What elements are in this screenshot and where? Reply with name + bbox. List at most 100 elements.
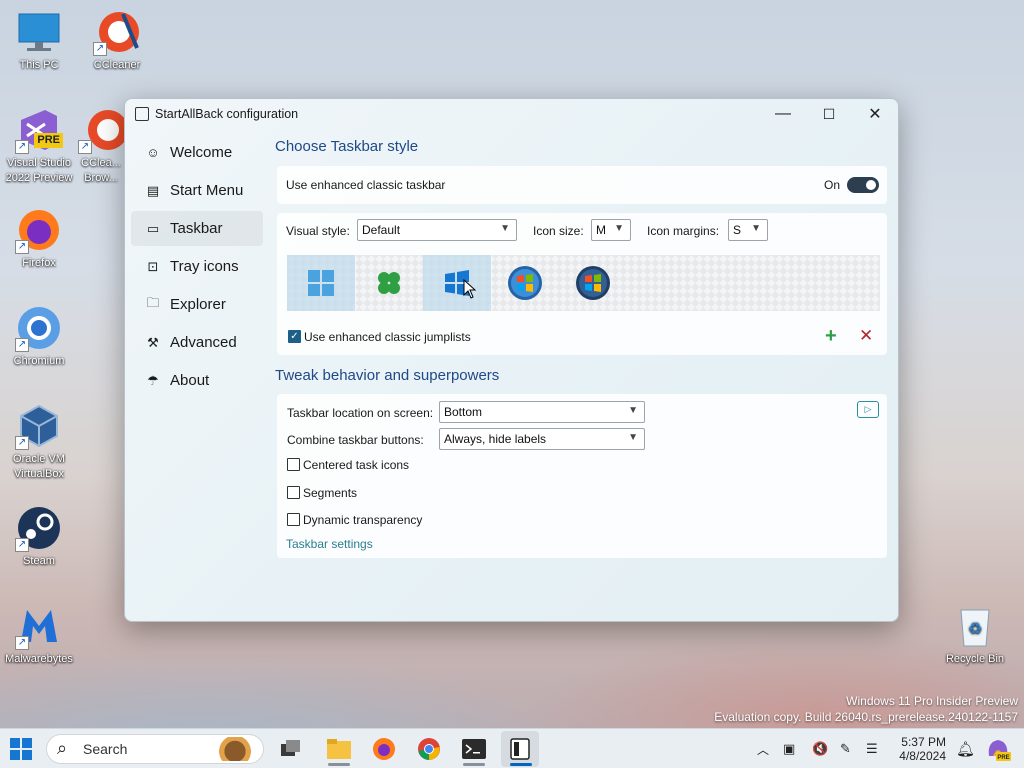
- desktop-icon-label: Oracle VM VirtualBox: [13, 453, 65, 480]
- start-button[interactable]: [7, 735, 35, 763]
- startallback-taskbar-button[interactable]: [501, 731, 539, 767]
- clock-time: 5:37 PM: [901, 735, 946, 749]
- shortcut-arrow-icon: ↗: [15, 240, 29, 254]
- sidebar-item-taskbar[interactable]: ▭ Taskbar: [131, 211, 263, 246]
- sidebar-item-tray-icons[interactable]: ⊡ Tray icons: [131, 249, 263, 284]
- desktop-icon-virtualbox[interactable]: ↗ Oracle VM VirtualBox: [0, 402, 78, 482]
- icon-margins-select[interactable]: S ▼: [728, 219, 768, 241]
- sidebar-item-label: Advanced: [170, 334, 237, 351]
- win7-orb-icon: [508, 266, 542, 300]
- chrome-taskbar-button[interactable]: [415, 735, 443, 763]
- style-option-win7[interactable]: [491, 255, 559, 311]
- style-option-clover[interactable]: [355, 255, 423, 311]
- sidebar-item-label: Explorer: [170, 296, 226, 313]
- desktop-icon-visual-studio[interactable]: PRE ↗ Visual Studio 2022 Preview: [0, 106, 78, 186]
- start-menu-icon: ▤: [146, 182, 160, 198]
- notification-bell-icon[interactable]: 🔔︎: [956, 729, 975, 768]
- segments-label: Segments: [303, 486, 358, 500]
- taskbar-style-card: Visual style: Default ▼ Icon size: M ▼ Ico…: [277, 213, 887, 355]
- search-highlight-icon: [213, 737, 257, 761]
- icon-size-label: Icon size:: [533, 224, 584, 238]
- sidebar-item-explorer[interactable]: 🗀 Explorer: [131, 287, 263, 322]
- vista-orb-icon: [576, 266, 610, 300]
- desktop-icon-this-pc[interactable]: This PC: [0, 8, 78, 73]
- shortcut-arrow-icon: ↗: [15, 436, 29, 450]
- show-hidden-icons-chevron[interactable]: ︿: [757, 729, 769, 768]
- chromium-icon: ↗: [15, 304, 63, 352]
- close-button[interactable]: ✕: [852, 99, 898, 129]
- jumplists-checkbox[interactable]: ✓: [288, 330, 301, 343]
- volume-muted-icon[interactable]: 🔇: [812, 729, 828, 768]
- desktop-icon-malwarebytes[interactable]: ↗ Malwarebytes: [0, 602, 78, 667]
- copilot-preview-button[interactable]: PRE: [985, 729, 1011, 768]
- sidebar-item-about[interactable]: ☂ About: [131, 363, 263, 398]
- desktop-icon-label: Visual Studio 2022 Preview: [5, 157, 73, 184]
- task-view-button[interactable]: [277, 735, 305, 763]
- video-play-icon[interactable]: ▷: [857, 401, 879, 418]
- dynamic-transparency-checkbox[interactable]: [287, 513, 300, 526]
- style-option-win11[interactable]: [287, 255, 355, 311]
- select-value: Always, hide labels: [444, 432, 547, 446]
- add-icon[interactable]: +: [825, 325, 837, 348]
- steam-icon: ↗: [15, 504, 63, 552]
- visual-style-select[interactable]: Default ▼: [357, 219, 517, 241]
- shortcut-arrow-icon: ↗: [15, 338, 29, 352]
- sidebar-item-advanced[interactable]: ⚒ Advanced: [131, 325, 263, 360]
- file-explorer-button[interactable]: [325, 735, 353, 763]
- desktop-icon-label: Steam: [23, 555, 55, 567]
- taskbar-location-label: Taskbar location on screen:: [287, 406, 434, 420]
- desktop-icon-label: CCleaner: [93, 59, 141, 71]
- centered-icons-checkbox[interactable]: [287, 458, 300, 471]
- tweaks-card: Taskbar location on screen: Bottom ▼ Comb…: [277, 394, 887, 558]
- style-option-vista[interactable]: [559, 255, 627, 311]
- maximize-button[interactable]: ☐: [806, 99, 852, 129]
- segments-checkbox[interactable]: [287, 486, 300, 499]
- malwarebytes-icon: ↗: [15, 602, 63, 650]
- remove-icon[interactable]: ✕: [859, 326, 873, 346]
- select-value: S: [733, 223, 742, 237]
- enhanced-taskbar-toggle[interactable]: [847, 177, 879, 193]
- taskbar: ⌕ Search ︿ ▣ 🔇 ✎ ☰ 5:37 PM 4/8/2024 🔔︎ P…: [0, 728, 1024, 768]
- watermark-build: Evaluation copy. Build 26040.rs_prerelea…: [714, 710, 1018, 724]
- section-title-tweaks: Tweak behavior and superpowers: [275, 367, 500, 384]
- desktop-icon-ccleaner[interactable]: ↗ CCleaner: [78, 8, 156, 73]
- search-icon: ⌕: [57, 738, 68, 758]
- desktop-icon-steam[interactable]: ↗ Steam: [0, 504, 78, 569]
- shortcut-arrow-icon: ↗: [15, 538, 29, 552]
- toggle-state-label: On: [824, 178, 841, 192]
- desktop-icon-firefox[interactable]: ↗ Firefox: [0, 206, 78, 271]
- title-bar[interactable]: StartAllBack configuration — ☐ ✕: [125, 99, 898, 129]
- style-option-win10[interactable]: [423, 255, 491, 311]
- terminal-taskbar-button[interactable]: [460, 735, 488, 763]
- taskbar-settings-link[interactable]: Taskbar settings: [286, 537, 373, 551]
- taskbar-search-box[interactable]: ⌕ Search: [46, 734, 264, 764]
- copilot-icon: PRE: [988, 740, 1011, 761]
- shortcut-arrow-icon: ↗: [15, 636, 29, 650]
- sidebar-item-label: About: [170, 372, 210, 389]
- firefox-taskbar-button[interactable]: [370, 735, 398, 763]
- sidebar-item-label: Taskbar: [170, 220, 223, 237]
- active-indicator: [510, 763, 532, 766]
- desktop-icon-chromium[interactable]: ↗ Chromium: [0, 304, 78, 369]
- clock-date: 4/8/2024: [899, 749, 946, 763]
- window-title: StartAllBack configuration: [155, 107, 299, 121]
- centered-icons-label: Centered task icons: [303, 458, 410, 472]
- clock[interactable]: 5:37 PM 4/8/2024: [896, 729, 946, 768]
- sidebar-item-start-menu[interactable]: ▤ Start Menu: [131, 173, 263, 208]
- icon-margins-label: Icon margins:: [647, 224, 720, 238]
- desktop-icon-ccleaner-browser[interactable]: ↗ CClea... Brow...: [78, 106, 124, 186]
- pen-icon[interactable]: ✎: [840, 729, 851, 768]
- desktop-icon-recycle-bin[interactable]: ♻ Recycle Bin: [936, 602, 1014, 667]
- icon-size-select[interactable]: M ▼: [591, 219, 631, 241]
- minimize-button[interactable]: —: [760, 99, 806, 129]
- chevron-down-icon: ▼: [500, 223, 510, 234]
- combine-buttons-select[interactable]: Always, hide labels ▼: [439, 428, 645, 450]
- settings-sliders-icon[interactable]: ☰: [866, 729, 878, 768]
- sidebar-nav: ☺ Welcome ▤ Start Menu ▭ Taskbar ⊡ Tray icon…: [131, 135, 263, 401]
- startallback-window: StartAllBack configuration — ☐ ✕ ☺ Welcom…: [124, 98, 899, 622]
- mouse-cursor-icon: [463, 278, 477, 304]
- sidebar-item-welcome[interactable]: ☺ Welcome: [131, 135, 263, 170]
- folder-icon: 🗀: [146, 294, 160, 310]
- network-icon[interactable]: ▣: [783, 729, 795, 768]
- taskbar-location-select[interactable]: Bottom ▼: [439, 401, 645, 423]
